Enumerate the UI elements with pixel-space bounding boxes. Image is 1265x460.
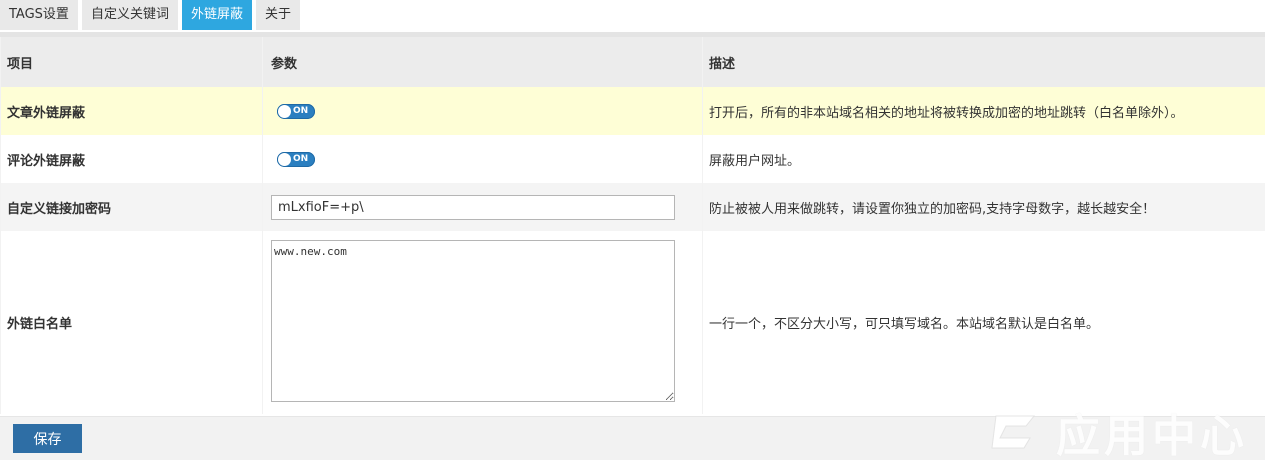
- column-header-desc: 描述: [702, 37, 1265, 87]
- table-row: 文章外链屏蔽 ON 打开后，所有的非本站域名相关的地址将被转换成加密的地址跳转（…: [0, 87, 1265, 135]
- settings-table: 项目 参数 描述 文章外链屏蔽 ON 打开后，所有的非本站域名相关的地址将被转换…: [0, 37, 1265, 414]
- row-label: 外链白名单: [0, 231, 263, 414]
- toggle-knob: [278, 152, 291, 166]
- toggle-state-label: ON: [293, 105, 309, 116]
- row-label: 评论外链屏蔽: [0, 135, 263, 183]
- row-description: 一行一个，不区分大小写，可只填写域名。本站域名默认是白名单。: [702, 231, 1265, 414]
- comment-link-block-toggle[interactable]: ON: [277, 151, 315, 167]
- param-cell: www.new.com: [262, 231, 703, 414]
- whitelist-textarea[interactable]: www.new.com: [271, 239, 675, 402]
- column-header-item: 项目: [0, 37, 263, 87]
- table-row: 评论外链屏蔽 ON 屏蔽用户网址。: [0, 135, 1265, 183]
- toggle-state-label: ON: [293, 153, 309, 164]
- param-cell: ON: [262, 135, 703, 183]
- article-link-block-toggle[interactable]: ON: [277, 103, 315, 119]
- row-label: 文章外链屏蔽: [0, 87, 263, 135]
- param-cell: ON: [262, 87, 703, 135]
- table-row: 自定义链接加密码 防止被被人用来做跳转，请设置你独立的加密码,支持字母数字，越长…: [0, 183, 1265, 231]
- column-header-param: 参数: [262, 37, 703, 87]
- tab-custom-keywords[interactable]: 自定义关键词: [81, 0, 178, 30]
- tab-about[interactable]: 关于: [255, 0, 300, 30]
- tab-external-link-block[interactable]: 外链屏蔽: [181, 0, 252, 30]
- param-cell: [262, 183, 703, 231]
- table-row: 外链白名单 www.new.com 一行一个，不区分大小写，可只填写域名。本站域…: [0, 231, 1265, 414]
- row-description: 防止被被人用来做跳转，请设置你独立的加密码,支持字母数字，越长越安全！: [702, 183, 1265, 231]
- tab-tags-settings[interactable]: TAGS设置: [0, 0, 78, 30]
- save-button[interactable]: 保存: [13, 424, 82, 453]
- tab-bar: TAGS设置 自定义关键词 外链屏蔽 关于: [0, 0, 304, 32]
- toggle-knob: [278, 104, 291, 118]
- table-header-row: 项目 参数 描述: [0, 37, 1265, 87]
- form-footer: 保存: [0, 416, 1265, 460]
- row-label: 自定义链接加密码: [0, 183, 263, 231]
- row-description: 打开后，所有的非本站域名相关的地址将被转换成加密的地址跳转（白名单除外）。: [702, 87, 1265, 135]
- row-description: 屏蔽用户网址。: [702, 135, 1265, 183]
- encryption-key-input[interactable]: [271, 194, 675, 220]
